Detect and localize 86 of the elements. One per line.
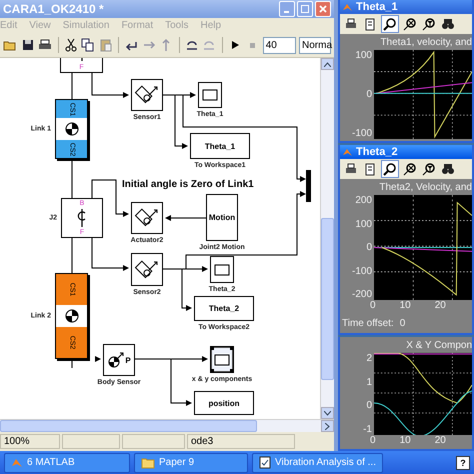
close-icon — [319, 5, 327, 13]
scope-screen-icon — [202, 89, 218, 101]
x-tick-label: 0 — [370, 300, 376, 312]
signal-line — [92, 238, 129, 271]
y-tick-label: -100 — [352, 266, 372, 276]
copy-icon[interactable] — [81, 37, 96, 53]
y-tick-label: 100 — [355, 218, 372, 230]
zoom-y-icon[interactable] — [421, 161, 437, 177]
workspace-block[interactable]: position — [194, 391, 254, 415]
annotation-text: Initial angle is Zero of Link1 — [122, 179, 254, 190]
center-of-gravity-icon — [64, 309, 78, 323]
taskbar-button[interactable]: Paper 9 — [134, 452, 248, 472]
matlab-icon — [11, 456, 23, 468]
x-tick-label: 10 — [400, 435, 411, 447]
x-tick-label: 20 — [434, 435, 446, 447]
sensor-block[interactable] — [131, 79, 163, 111]
cut-icon[interactable] — [64, 37, 78, 53]
taskbar-button[interactable]: Vibration Analysis of ... — [252, 452, 383, 472]
motion-block[interactable]: Motion — [206, 194, 238, 241]
x-tick-label: 10 — [400, 300, 411, 312]
window-title: CARA1_OK2410 * — [3, 2, 105, 16]
stop-time-field[interactable]: 40 — [262, 36, 296, 54]
scope-block[interactable] — [210, 256, 234, 283]
y-tick-label: -200 — [352, 289, 372, 300]
status-cell — [62, 434, 120, 449]
time-offset-value: 0 — [400, 318, 406, 329]
binoculars-icon[interactable] — [440, 16, 456, 32]
y-tick-label: -1 — [363, 424, 372, 435]
plot-title: Theta2, Velocity, and — [378, 182, 472, 193]
simulation-mode-dropdown[interactable]: Norma — [299, 36, 331, 54]
window-title: Theta_2 — [356, 146, 398, 158]
signal-line — [95, 356, 101, 362]
time-offset-label: Time offset: — [342, 318, 394, 329]
y-tick-label: 200 — [355, 195, 372, 206]
body-sensor-block[interactable]: P — [103, 344, 135, 376]
body-sensor-icon — [107, 351, 126, 369]
y-tick-label: 0 — [366, 242, 372, 253]
vertical-scrollbar[interactable] — [320, 58, 334, 419]
binoculars-icon[interactable] — [440, 161, 456, 177]
y-tick-label: -100 — [352, 128, 372, 139]
actuator-block[interactable] — [131, 202, 163, 234]
joint-icon — [77, 207, 87, 229]
y-tick-label: 2 — [366, 353, 372, 364]
solver-name: ode3 — [187, 434, 295, 449]
folder-icon — [141, 456, 155, 468]
menu-item[interactable]: Help — [200, 20, 222, 31]
x-tick-label: 0 — [370, 435, 376, 447]
close-button[interactable] — [315, 1, 331, 17]
zoom-x-icon[interactable] — [402, 16, 418, 32]
menu-item[interactable]: Simulation — [62, 20, 110, 31]
scroll-down-icon — [324, 410, 331, 416]
sensor-block[interactable] — [131, 253, 163, 286]
y-tick-label: 1 — [366, 376, 372, 388]
menu-item[interactable]: Edit — [0, 20, 18, 31]
help-tray-icon[interactable]: ? — [456, 456, 470, 470]
y-tick-label: 100 — [355, 50, 372, 61]
zoom-icon[interactable] — [381, 160, 399, 178]
menu-item[interactable]: Tools — [165, 20, 188, 31]
maximize-icon — [301, 5, 309, 13]
horizontal-scrollbar[interactable] — [0, 419, 334, 432]
taskbar-button[interactable]: 6 MATLAB — [4, 452, 130, 472]
zoom-y-icon[interactable] — [421, 16, 437, 32]
workspace-block[interactable]: Theta_1 — [190, 133, 250, 159]
scope-screen-icon — [214, 354, 230, 366]
document-icon — [259, 456, 271, 469]
save-icon[interactable] — [20, 37, 36, 53]
window-title: Theta_1 — [356, 1, 398, 13]
scope-screen-icon — [214, 264, 230, 276]
workspace-block[interactable]: Theta_2 — [194, 296, 254, 321]
y-tick-label: 0 — [366, 89, 372, 100]
center-of-gravity-icon — [64, 122, 78, 136]
scope-block[interactable] — [210, 346, 234, 373]
zoom-icon[interactable] — [381, 15, 399, 33]
status-cell — [122, 434, 185, 449]
plot-title: X & Y Compon — [405, 340, 472, 351]
zoom-level: 100% — [0, 434, 60, 449]
scroll-up-icon — [324, 62, 331, 66]
y-tick-label: 0 — [366, 400, 372, 412]
scroll-right-icon — [325, 422, 330, 430]
signal-line — [92, 72, 129, 98]
x-tick-label: 20 — [434, 300, 446, 312]
plot-title: Theta1, velocity, and — [379, 37, 472, 48]
menu-item[interactable]: View — [29, 20, 51, 31]
scope-block[interactable] — [198, 82, 222, 108]
menu-item[interactable]: Format — [121, 20, 154, 31]
zoom-x-icon[interactable] — [402, 161, 418, 177]
